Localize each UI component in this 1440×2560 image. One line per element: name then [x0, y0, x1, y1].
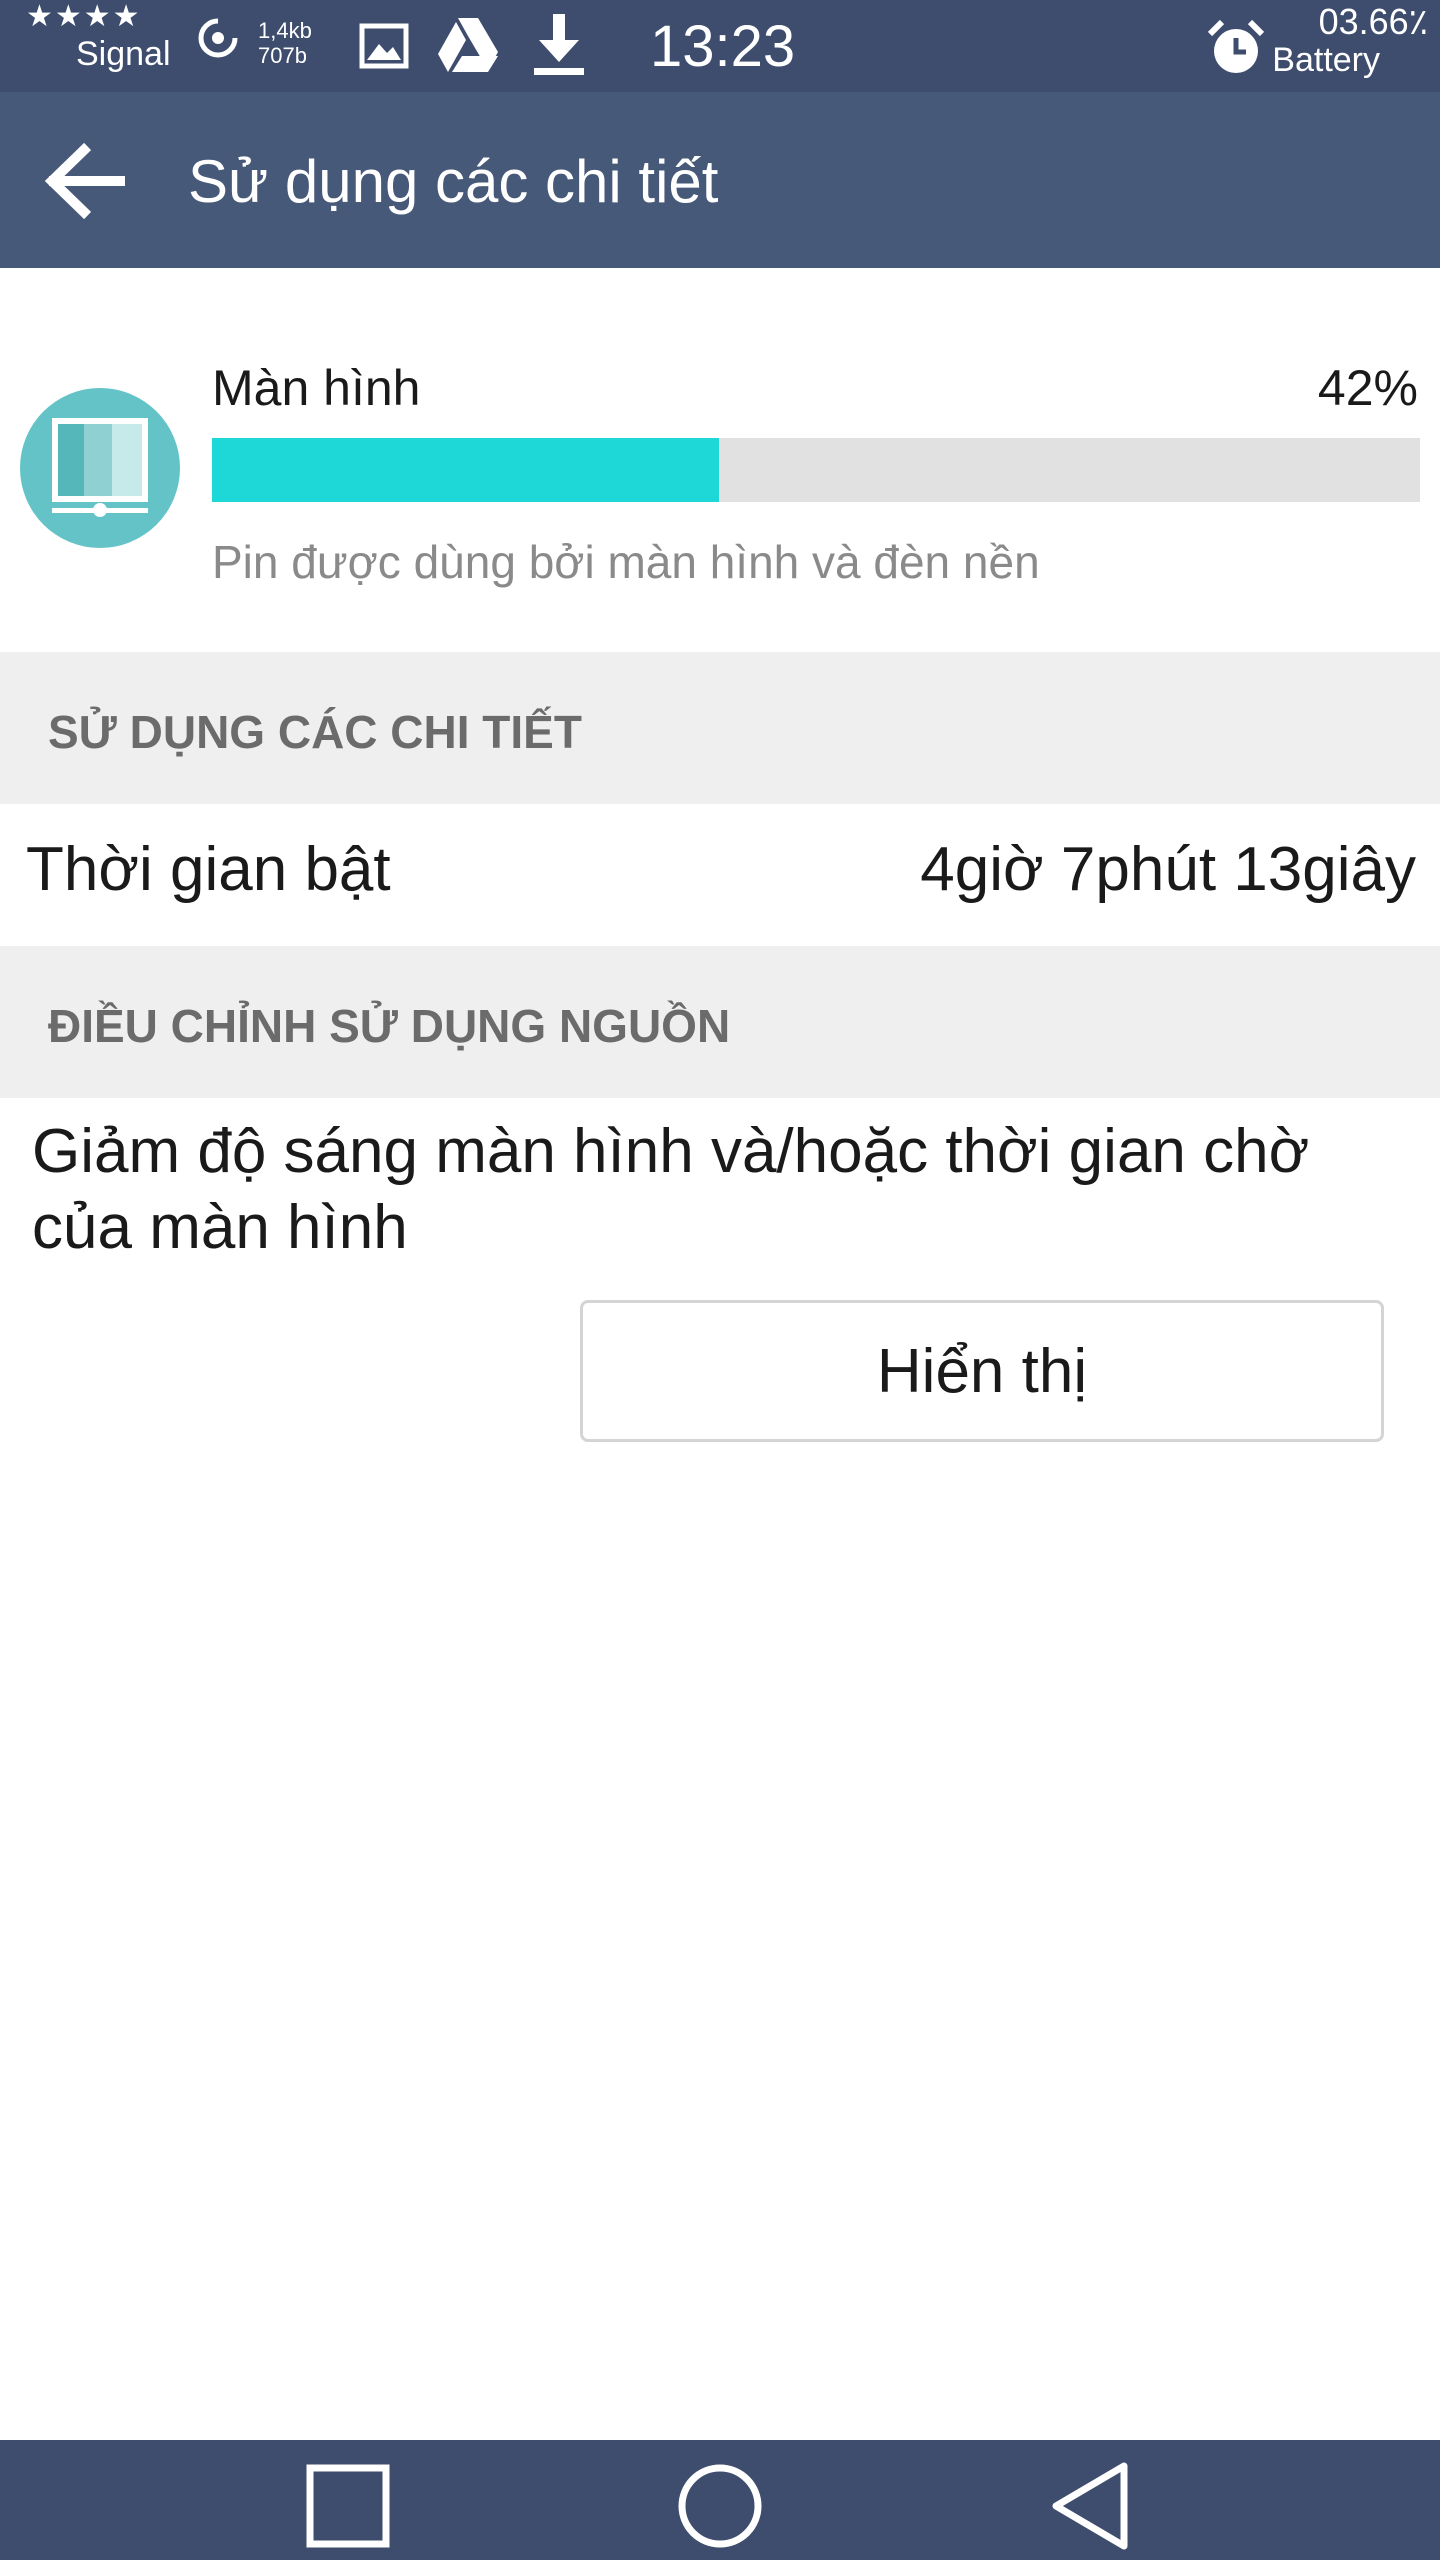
network-rate: 1,4kb 707b	[258, 18, 312, 68]
display-settings-button[interactable]: Hiển thị	[580, 1300, 1384, 1442]
navigation-bar	[0, 2440, 1440, 2560]
usage-progress-bar	[212, 438, 1420, 502]
usage-item-screen: Màn hình 42% Pin được dùng bởi màn hình …	[0, 268, 1440, 652]
usage-percent: 42%	[1317, 360, 1418, 416]
home-icon[interactable]	[672, 2458, 768, 2554]
battery-percent: 03.66٪	[1318, 1, 1428, 42]
usage-item-name: Màn hình	[212, 360, 421, 416]
status-bar: ★★★★ Signal 1,4kb 707b 13:23 03.66٪ Batt…	[0, 0, 1440, 92]
upload-rate: 1,4kb	[258, 18, 312, 43]
section-header-adjust: ĐIỀU CHỈNH SỬ DỤNG NGUỒN	[0, 946, 1440, 1098]
section-header-details: SỬ DỤNG CÁC CHI TIẾT	[0, 652, 1440, 804]
detail-row-on-time: Thời gian bật 4giờ 7phút 13giây	[0, 804, 1440, 946]
sync-icon	[198, 18, 238, 58]
clock: 13:23	[650, 14, 796, 79]
app-bar: Sử dụng các chi tiết	[0, 92, 1440, 268]
alarm-icon	[1207, 19, 1265, 73]
detail-value: 4giờ 7phút 13giây	[920, 835, 1416, 904]
back-icon[interactable]	[1044, 2458, 1140, 2554]
signal-label: Signal	[76, 35, 171, 73]
section-header-label: SỬ DỤNG CÁC CHI TIẾT	[48, 706, 582, 758]
tip-text: Giảm độ sáng màn hình và/hoặc thời gian …	[32, 1117, 1310, 1262]
drive-icon	[438, 18, 498, 72]
screen-icon	[20, 388, 180, 548]
battery-usage-detail-screen: ★★★★ Signal 1,4kb 707b 13:23 03.66٪ Batt…	[0, 0, 1440, 2560]
battery-label: Battery	[1272, 41, 1380, 79]
recent-apps-icon[interactable]	[300, 2458, 396, 2554]
section-header-label: ĐIỀU CHỈNH SỬ DỤNG NGUỒN	[48, 1000, 731, 1052]
download-icon	[534, 14, 584, 75]
download-rate: 707b	[258, 43, 307, 68]
detail-label: Thời gian bật	[26, 835, 391, 904]
rating-stars: ★★★★	[26, 0, 142, 33]
usage-item-description: Pin được dùng bởi màn hình và đèn nền	[212, 536, 1040, 588]
arrow-left-icon[interactable]	[40, 138, 130, 224]
page-title: Sử dụng các chi tiết	[188, 148, 719, 215]
image-icon	[359, 23, 409, 69]
usage-progress-fill	[212, 438, 720, 502]
